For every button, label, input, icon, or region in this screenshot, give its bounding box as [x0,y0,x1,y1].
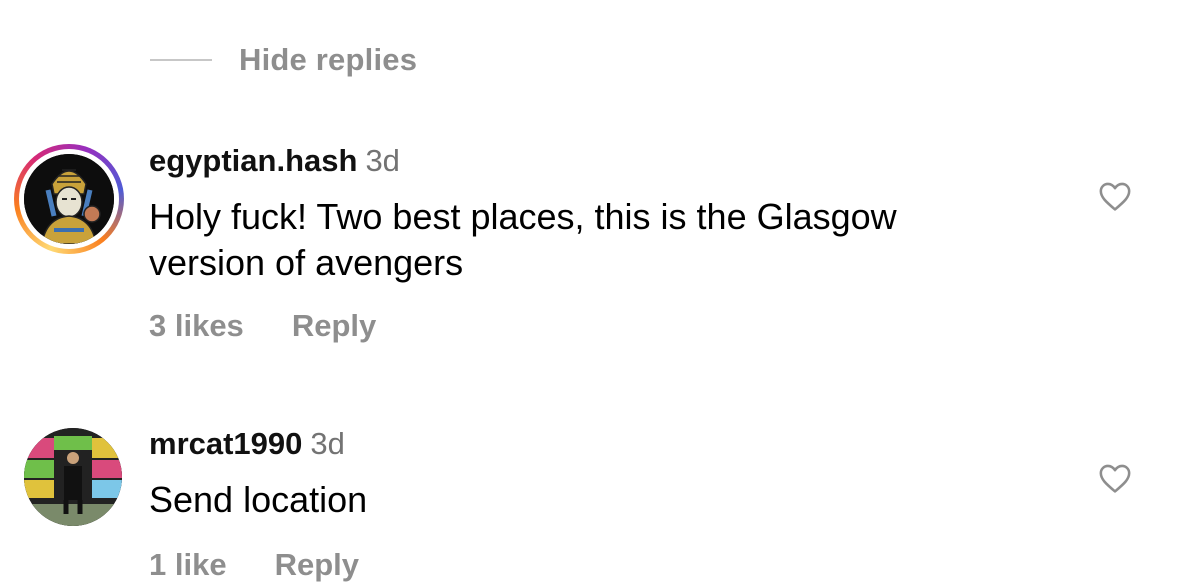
comment-meta: 1 like Reply [149,547,359,583]
like-heart-icon[interactable] [1098,180,1132,212]
comment-timestamp: 3d [310,426,345,461]
comment-username[interactable]: mrcat1990 3d [149,426,345,462]
likes-count[interactable]: 3 likes [149,308,244,344]
hide-replies-button[interactable]: Hide replies [150,38,417,82]
avatar-photo-icon [24,428,122,526]
comment-timestamp: 3d [365,143,400,178]
avatar-illustration-icon [24,154,114,244]
comment-meta: 3 likes Reply [149,308,376,344]
likes-count[interactable]: 1 like [149,547,227,583]
comment-text: Send location [149,479,368,520]
reply-button[interactable]: Reply [275,547,359,583]
hide-replies-label: Hide replies [239,42,418,77]
comment-username[interactable]: egyptian.hash 3d [149,143,400,179]
comment-text: Holy fuck! Two best places, this is the … [149,196,897,283]
like-heart-icon[interactable] [1098,462,1132,494]
avatar[interactable] [24,154,114,244]
reply-button[interactable]: Reply [292,308,376,344]
avatar[interactable] [24,428,122,526]
replies-divider-line [150,59,212,61]
